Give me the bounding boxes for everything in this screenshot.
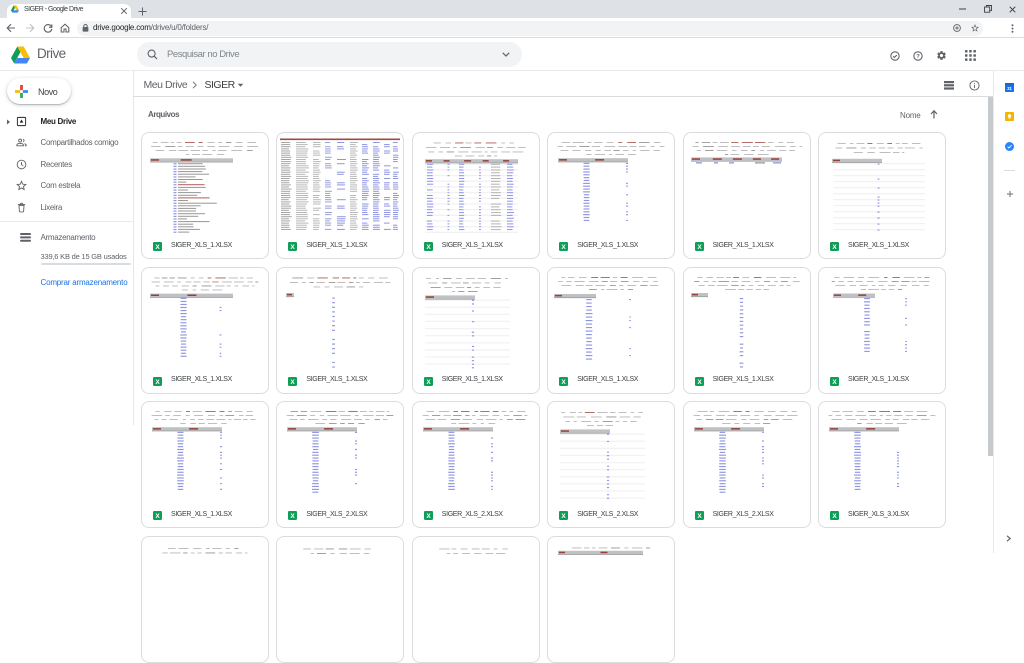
- svg-text:X: X: [697, 513, 702, 520]
- svg-text:X: X: [832, 244, 837, 251]
- svg-text:?: ?: [916, 54, 920, 60]
- svg-text:X: X: [832, 378, 837, 385]
- svg-text:31: 31: [1007, 86, 1012, 91]
- svg-text:X: X: [426, 513, 431, 520]
- svg-text:X: X: [562, 244, 567, 251]
- svg-text:X: X: [155, 513, 160, 520]
- svg-text:X: X: [426, 244, 431, 251]
- svg-text:X: X: [155, 244, 160, 251]
- svg-text:X: X: [426, 378, 431, 385]
- svg-text:X: X: [562, 378, 567, 385]
- svg-text:X: X: [291, 513, 296, 520]
- svg-text:X: X: [155, 378, 160, 385]
- svg-text:X: X: [697, 244, 702, 251]
- svg-text:X: X: [291, 378, 296, 385]
- svg-text:X: X: [832, 513, 837, 520]
- svg-text:X: X: [697, 378, 702, 385]
- svg-text:X: X: [562, 513, 567, 520]
- svg-text:X: X: [291, 244, 296, 251]
